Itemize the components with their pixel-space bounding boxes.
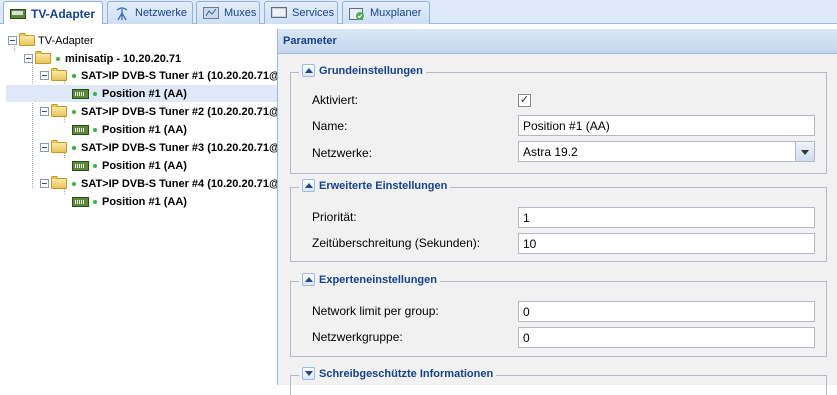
mux-icon [203,7,219,19]
tree-node-label: minisatip - 10.20.20.71 [65,52,182,65]
collapse-toggle-icon[interactable] [40,71,49,80]
tab-muxplaner[interactable]: Muxplaner [342,1,430,24]
networks-label: Netzwerke: [312,146,373,160]
folder-icon [51,104,67,117]
chevron-down-icon[interactable] [795,142,814,161]
tab-tv-adapter[interactable]: TV-Adapter [3,1,103,25]
status-ok-icon [72,109,76,114]
legend-label: Erweiterte Einstellungen [319,179,448,192]
antenna-icon [114,7,130,21]
tree-node-tuner-1[interactable]: SAT>IP DVB-S Tuner #1 (10.20.20.71@ [40,67,277,84]
tree-node-root[interactable]: TV-Adapter [8,32,94,49]
collapse-toggle-icon[interactable] [40,143,49,152]
adapter-tree: TV-Adapter minisatip - 10.20.20.71 SAT>I… [0,24,277,385]
enabled-checkbox[interactable]: ✓ [518,94,531,107]
fieldset-legend[interactable]: Grundeinstellungen [299,64,426,77]
status-ok-icon [72,181,76,186]
tree-node-label: Position #1 (AA) [102,159,187,172]
status-ok-icon [93,163,97,168]
tree-node-tuner-4[interactable]: SAT>IP DVB-S Tuner #4 (10.20.20.71@ [40,175,277,192]
collapse-toggle-icon[interactable] [40,107,49,116]
status-ok-icon [56,56,60,61]
tree-node-device[interactable]: minisatip - 10.20.20.71 [24,50,181,67]
tab-label: Muxplaner [370,7,422,19]
tree-node-position-1[interactable]: Position #1 (AA) [6,85,277,102]
network-limit-label: Network limit per group: [312,304,439,318]
status-ok-icon [72,145,76,150]
tree-node-position-3[interactable]: Position #1 (AA) [72,157,187,174]
network-group-field[interactable]: 0 [518,327,815,348]
tree-node-label: Position #1 (AA) [102,87,187,100]
main-tab-bar: TV-Adapter Netzwerke Muxes Services Muxp… [0,0,837,25]
collapse-toggle-icon[interactable] [24,54,33,63]
folder-icon [51,176,67,189]
tab-muxes[interactable]: Muxes [196,1,260,24]
tab-label: Services [292,7,335,19]
network-limit-field[interactable]: 0 [518,301,815,322]
name-label: Name: [312,119,348,133]
priority-label: Priorität: [312,210,357,224]
fieldset-readonly: Schreibgeschützte Informationen [290,367,827,395]
folder-icon [19,33,35,46]
tree-node-position-4[interactable]: Position #1 (AA) [72,193,187,210]
tab-label: Netzwerke [135,7,187,19]
folder-icon [51,68,67,81]
tab-label: TV-Adapter [31,6,96,21]
collapse-up-icon[interactable] [302,273,315,286]
tree-node-label: TV-Adapter [38,34,94,47]
networks-select[interactable]: Astra 19.2 [518,141,815,162]
network-group-label: Netzwerkgruppe: [312,330,403,344]
fieldset-legend[interactable]: Erweiterte Einstellungen [299,179,451,192]
fieldset-advanced: Erweiterte Einstellungen Priorität: 1 Ze… [290,179,827,262]
folder-icon [51,140,67,153]
tree-node-position-2[interactable]: Position #1 (AA) [72,121,187,138]
tv-card-icon [72,196,89,207]
tree-node-label: Position #1 (AA) [102,123,187,136]
status-ok-icon [93,199,97,204]
tree-node-tuner-2[interactable]: SAT>IP DVB-S Tuner #2 (10.20.20.71@ [40,103,277,120]
tree-connector [32,58,33,188]
services-icon [271,7,287,19]
name-field[interactable]: Position #1 (AA) [518,115,815,136]
fieldset-legend[interactable]: Schreibgeschützte Informationen [299,367,497,380]
tab-netzwerke[interactable]: Netzwerke [107,1,193,24]
collapse-up-icon[interactable] [302,179,315,192]
networks-select-value: Astra 19.2 [523,144,578,159]
legend-label: Schreibgeschützte Informationen [319,367,494,380]
fieldset-basic: Grundeinstellungen Aktiviert: ✓ Name: Po… [290,64,827,174]
tab-label: Muxes [224,7,257,19]
tree-node-label: SAT>IP DVB-S Tuner #4 (10.20.20.71@ [81,177,277,190]
expand-down-icon[interactable] [302,367,315,380]
scheduler-icon [349,7,365,20]
priority-field[interactable]: 1 [518,207,815,228]
parameter-panel: Parameter Grundeinstellungen Aktiviert: … [277,29,837,395]
tv-card-icon [72,124,89,135]
tab-services[interactable]: Services [264,1,338,24]
collapse-toggle-icon[interactable] [8,36,17,45]
status-ok-icon [72,73,76,78]
collapse-up-icon[interactable] [302,64,315,77]
fieldset-expert: Experteneinstellungen Network limit per … [290,273,827,357]
tree-node-label: SAT>IP DVB-S Tuner #1 (10.20.20.71@ [81,69,277,82]
legend-label: Grundeinstellungen [319,64,423,77]
fieldset-legend[interactable]: Experteneinstellungen [299,273,440,286]
tree-node-label: SAT>IP DVB-S Tuner #2 (10.20.20.71@ [81,105,277,118]
timeout-label: Zeitüberschreitung (Sekunden): [312,236,481,250]
tv-card-icon [72,88,89,99]
timeout-field[interactable]: 10 [518,233,815,254]
folder-icon [35,51,51,64]
tree-node-label: SAT>IP DVB-S Tuner #3 (10.20.20.71@ [81,141,277,154]
tree-node-tuner-3[interactable]: SAT>IP DVB-S Tuner #3 (10.20.20.71@ [40,139,277,156]
enabled-label: Aktiviert: [312,93,359,107]
legend-label: Experteneinstellungen [319,273,437,286]
tv-card-icon [10,8,26,20]
collapse-toggle-icon[interactable] [40,179,49,188]
tv-card-icon [72,160,89,171]
tree-node-label: Position #1 (AA) [102,195,187,208]
status-ok-icon [93,91,97,96]
status-ok-icon [93,127,97,132]
panel-title: Parameter [278,29,837,54]
